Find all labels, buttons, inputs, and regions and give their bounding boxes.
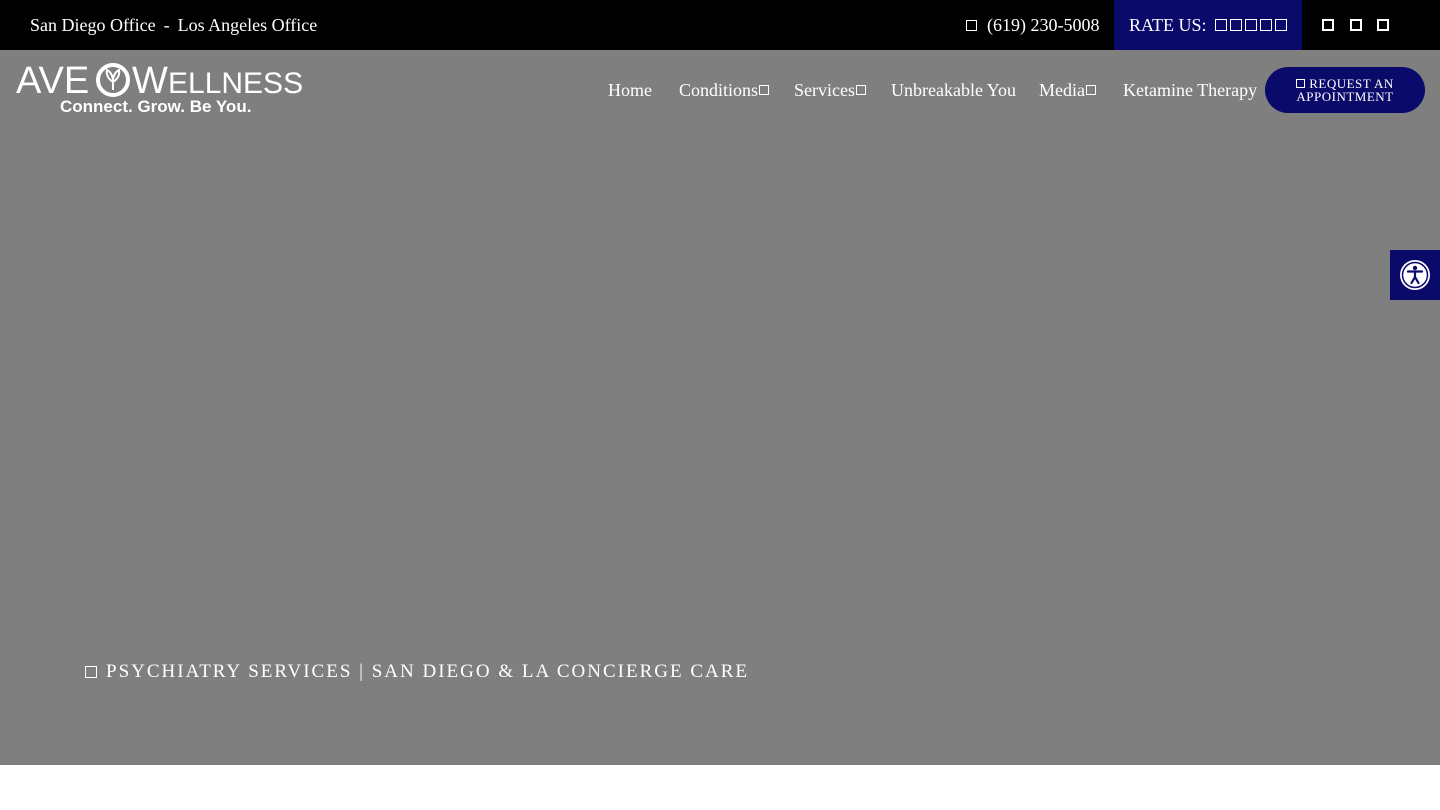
- top-bar: San Diego Office - Los Angeles Office (6…: [0, 0, 1440, 50]
- chevron-down-icon: [1085, 85, 1096, 95]
- instagram-icon[interactable]: [1350, 19, 1362, 31]
- nav-item-media[interactable]: Media: [1039, 67, 1096, 113]
- hero-caption-text: PSYCHIATRY SERVICES | SAN DIEGO & LA CON…: [106, 661, 750, 682]
- office-separator: -: [163, 15, 170, 35]
- nav-item-label: Services: [794, 80, 855, 100]
- star-icon: [1259, 19, 1272, 31]
- hero-caption: PSYCHIATRY SERVICES | SAN DIEGO & LA CON…: [85, 661, 749, 683]
- phone-number: (619) 230-5008: [987, 15, 1100, 35]
- rate-us-button[interactable]: RATE US:: [1114, 0, 1302, 50]
- nav-item-label: Conditions: [679, 80, 759, 100]
- star-icon: [1214, 19, 1227, 31]
- nav-item-label: Home: [608, 80, 652, 100]
- nav-item-home[interactable]: Home: [608, 67, 652, 113]
- location-icon: [85, 666, 97, 678]
- hero-section: [0, 50, 1440, 765]
- phone-link[interactable]: (619) 230-5008: [966, 0, 1099, 50]
- main-nav: Home Conditions Services Unbreakable You…: [0, 67, 1440, 113]
- rate-us-label: RATE US:: [1129, 14, 1207, 35]
- star-icon: [1229, 19, 1242, 31]
- nav-item-services[interactable]: Services: [794, 67, 866, 113]
- facebook-icon[interactable]: [1322, 19, 1334, 31]
- rating-stars: [1214, 19, 1287, 31]
- phone-icon: [966, 19, 977, 31]
- star-icon: [1244, 19, 1257, 31]
- los-angeles-office-link[interactable]: Los Angeles Office: [178, 0, 318, 50]
- nav-item-label: Ketamine Therapy: [1123, 80, 1258, 100]
- nav-item-label: Media: [1039, 80, 1085, 100]
- san-diego-office-link[interactable]: San Diego Office: [30, 0, 156, 50]
- nav-item-unbreakable-you[interactable]: Unbreakable You: [891, 67, 1016, 113]
- chevron-down-icon: [759, 85, 770, 95]
- nav-item-conditions[interactable]: Conditions: [679, 67, 770, 113]
- nav-item-ketamine-therapy[interactable]: Ketamine Therapy: [1123, 67, 1257, 113]
- linkedin-icon[interactable]: [1377, 19, 1389, 31]
- chevron-down-icon: [855, 85, 866, 95]
- office-links: San Diego Office - Los Angeles Office: [30, 0, 317, 50]
- calendar-icon: [1296, 79, 1306, 88]
- accessibility-icon: [1400, 260, 1430, 290]
- star-icon: [1274, 19, 1287, 31]
- accessibility-button[interactable]: [1390, 250, 1440, 300]
- request-appointment-button[interactable]: REQUEST AN APPOINTMENT: [1265, 67, 1425, 113]
- cta-line-2: APPOINTMENT: [1296, 89, 1394, 104]
- nav-item-label: Unbreakable You: [891, 80, 1016, 100]
